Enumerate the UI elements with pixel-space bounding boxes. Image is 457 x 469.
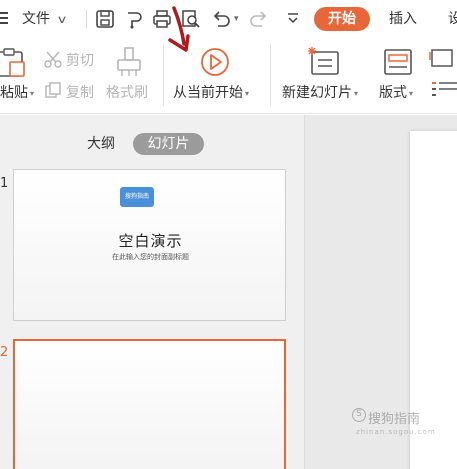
new-slide-icon[interactable]	[308, 47, 340, 77]
redo-icon[interactable]	[248, 8, 270, 30]
watermark-logo-icon: S	[352, 408, 366, 422]
ribbon-toolbar: 粘贴 ▾ 剪切 复制 格式刷 从当前开始 ▾ 新建幻灯片 ▾ 版式 ▾	[0, 38, 457, 114]
scissors-icon	[44, 50, 62, 68]
slide-subtitle: 在此输入您的封面副标题	[112, 253, 189, 261]
slide-number: 2	[0, 345, 9, 360]
format-painter-button[interactable]: 格式刷	[106, 82, 148, 102]
format-painter-brush-icon	[114, 46, 144, 78]
undo-dropdown-icon[interactable]: ▾	[234, 14, 239, 24]
menubar-divider	[86, 10, 87, 28]
ribbon-divider	[163, 44, 164, 106]
tab-design[interactable]: 设	[448, 7, 457, 31]
watermark: S 搜狗指南 zhinan.sogou.com	[352, 408, 452, 444]
more-commands-icon[interactable]	[282, 8, 304, 30]
play-from-current-button[interactable]: 从当前开始 ▾	[173, 82, 249, 102]
print-preview-icon[interactable]	[180, 8, 202, 30]
tab-slides[interactable]: 幻灯片	[133, 133, 204, 155]
layout-icon[interactable]	[383, 47, 413, 77]
file-menu[interactable]: 文件 ∨	[22, 9, 68, 29]
save-icon[interactable]	[94, 8, 116, 30]
paste-button[interactable]: 粘贴 ▾	[0, 82, 34, 102]
presentation-app-window: 文件 ∨ ▾ 开始 插入 设 粘贴 ▾ 剪切 复制 格式刷 从当前开始 ▾ 新建…	[0, 0, 457, 469]
menu-bar: 文件 ∨ ▾ 开始 插入 设	[0, 0, 457, 38]
tab-home[interactable]: 开始	[314, 7, 370, 31]
new-slide-button[interactable]: 新建幻灯片 ▾	[282, 82, 358, 102]
tab-insert[interactable]: 插入	[386, 7, 420, 31]
slide-number: 1	[0, 176, 9, 191]
copy-icon	[44, 81, 62, 99]
format-painter-icon[interactable]	[123, 8, 145, 30]
ribbon-divider	[270, 44, 271, 106]
copy-button[interactable]: 复制	[66, 82, 94, 102]
slide-thumbnail-1[interactable]: 搜狗指南 空白演示 在此输入您的封面副标题	[13, 169, 286, 321]
play-dropdown-icon[interactable]: ▾	[245, 89, 249, 98]
tab-outline[interactable]: 大纲	[87, 133, 115, 155]
paste-dropdown-icon[interactable]: ▾	[30, 89, 34, 98]
play-icon[interactable]	[200, 47, 230, 77]
layout-label: 版式	[379, 85, 407, 101]
play-from-current-label: 从当前开始	[173, 85, 243, 101]
view-switcher: 大纲 幻灯片	[0, 133, 305, 155]
layout-button[interactable]: 版式 ▾	[379, 82, 413, 102]
new-slide-dropdown-icon[interactable]: ▾	[354, 89, 358, 98]
paste-icon[interactable]	[0, 48, 28, 78]
watermark-url: zhinan.sogou.com	[356, 428, 436, 436]
print-icon[interactable]	[151, 8, 173, 30]
watermark-text: 搜狗指南	[368, 412, 421, 427]
slide-thumbnail-2[interactable]	[13, 339, 286, 469]
slide-badge: 搜狗指南	[120, 187, 154, 207]
paste-label: 粘贴	[0, 85, 28, 101]
layout-dropdown-icon[interactable]: ▾	[409, 89, 413, 98]
cut-button[interactable]: 剪切	[66, 50, 94, 70]
file-menu-label: 文件	[22, 11, 50, 27]
main-menu-icon[interactable]	[0, 12, 10, 26]
undo-icon[interactable]	[210, 8, 232, 30]
slide-title: 空白演示	[118, 232, 183, 250]
reset-slide-icon[interactable]	[428, 48, 457, 70]
new-slide-label: 新建幻灯片	[282, 85, 352, 101]
section-icon[interactable]	[428, 78, 457, 100]
slide-navigation-panel: 大纲 幻灯片 1 搜狗指南 空白演示 在此输入您的封面副标题 2	[0, 115, 305, 469]
chevron-down-icon: ∨	[56, 13, 68, 26]
